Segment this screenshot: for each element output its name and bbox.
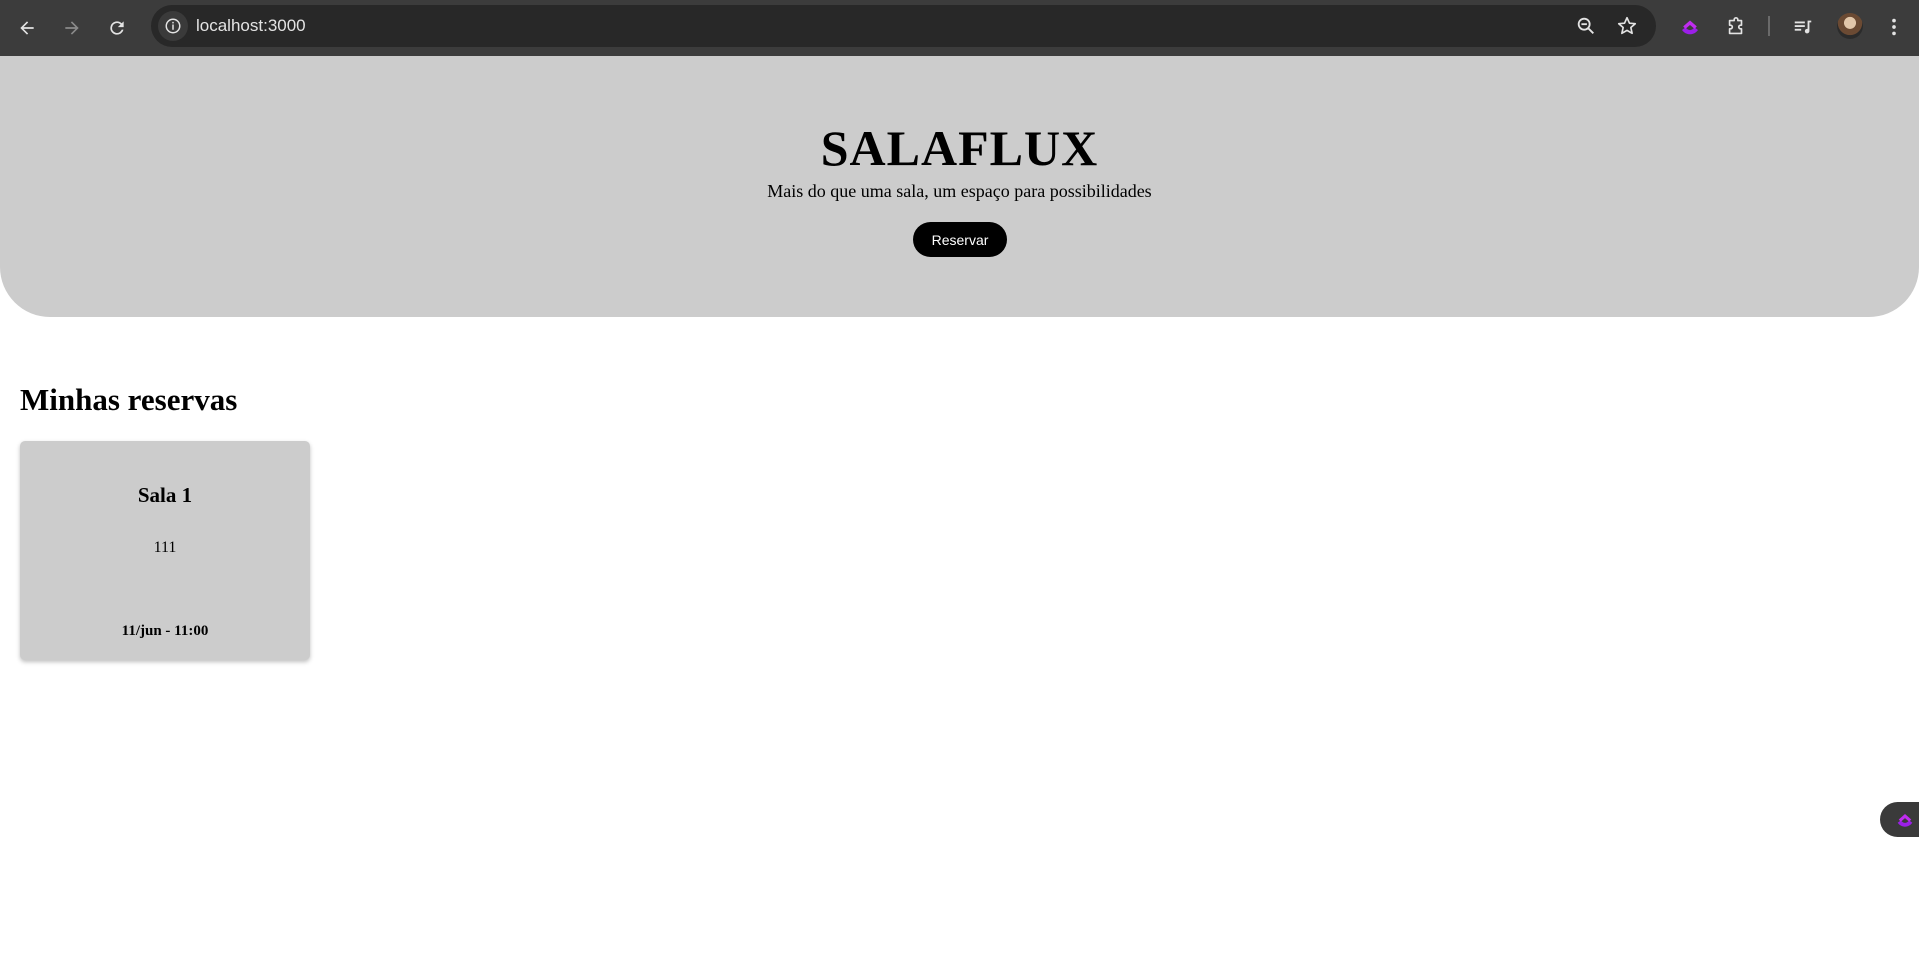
arrow-left-icon bbox=[20, 21, 34, 35]
forward-button[interactable] bbox=[55, 11, 89, 45]
section-title: Minhas reservas bbox=[20, 382, 238, 417]
zoom-button[interactable] bbox=[1574, 14, 1598, 38]
zoom-out-icon bbox=[1577, 17, 1594, 34]
page-subtitle: Mais do que uma sala, um espaço para pos… bbox=[767, 181, 1152, 201]
reload-button[interactable] bbox=[100, 11, 134, 45]
back-button[interactable] bbox=[10, 11, 44, 45]
clickup-icon bbox=[1897, 813, 1913, 827]
avatar[interactable] bbox=[1837, 13, 1863, 39]
puzzle-icon bbox=[1728, 17, 1743, 35]
clickup-floating-button[interactable] bbox=[1880, 802, 1919, 837]
clickup-extension-button[interactable] bbox=[1676, 13, 1704, 41]
reservation-room-name: Sala 1 bbox=[137, 483, 193, 507]
reload-icon bbox=[110, 21, 124, 35]
page-title: SALAFLUX bbox=[820, 120, 1099, 176]
reservation-code: 111 bbox=[153, 539, 177, 556]
info-icon bbox=[165, 18, 181, 34]
reservation-datetime: 11/jun - 11:00 bbox=[121, 623, 209, 639]
address-bar[interactable]: localhost:3000 bbox=[151, 5, 1656, 47]
extensions-button[interactable] bbox=[1722, 13, 1750, 41]
reading-list-button[interactable] bbox=[1789, 13, 1817, 41]
reservation-card[interactable]: Sala 1 111 11/jun - 11:00 bbox=[20, 441, 310, 660]
url-text[interactable]: localhost:3000 bbox=[196, 5, 306, 47]
hero-banner: SALAFLUX Mais do que uma sala, um espaço… bbox=[0, 56, 1919, 317]
star-icon bbox=[1617, 16, 1637, 35]
toolbar-divider bbox=[1768, 16, 1770, 36]
browser-toolbar: localhost:3000 bbox=[0, 0, 1919, 56]
reserve-button[interactable]: Reservar bbox=[913, 222, 1007, 257]
queue-music-icon bbox=[1794, 20, 1812, 34]
clickup-icon bbox=[1682, 20, 1698, 35]
browser-menu-button[interactable] bbox=[1880, 13, 1908, 41]
kebab-menu-icon bbox=[1892, 18, 1896, 36]
site-info-button[interactable] bbox=[158, 11, 188, 41]
arrow-right-icon bbox=[65, 21, 79, 35]
bookmark-button[interactable] bbox=[1615, 14, 1639, 38]
